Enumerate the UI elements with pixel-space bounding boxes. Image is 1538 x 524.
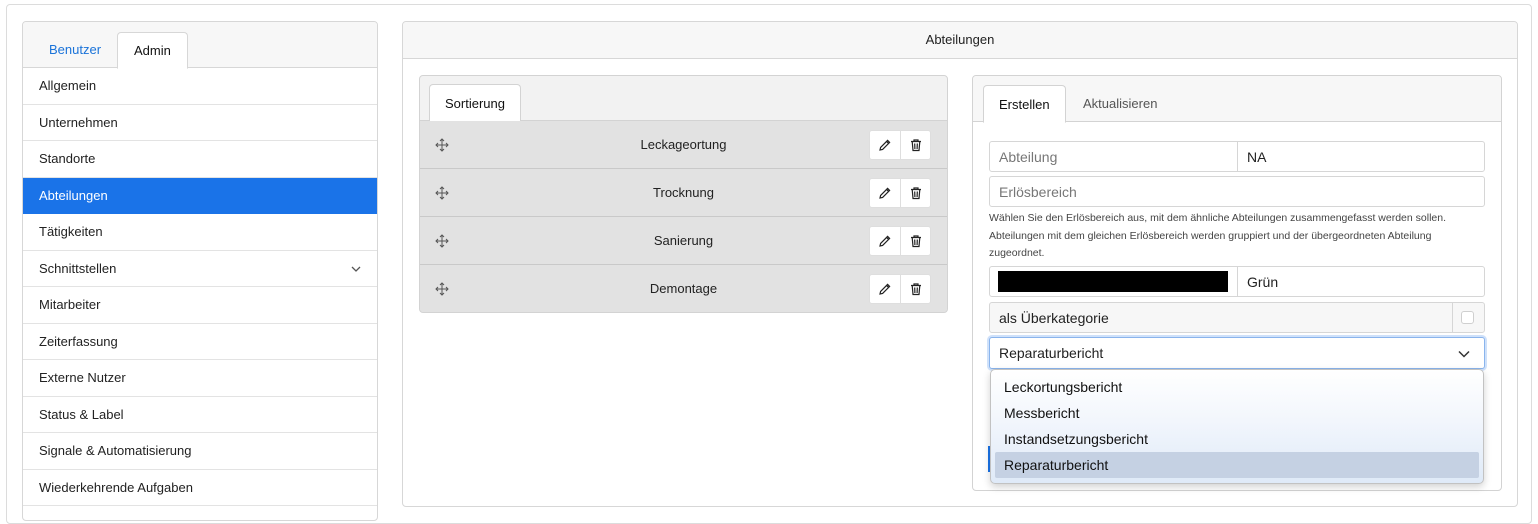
erloesbereich-input[interactable] <box>990 183 1484 201</box>
sort-row: Demontage <box>420 265 947 313</box>
sidebar-item-taetigkeiten[interactable]: Tätigkeiten <box>23 214 377 251</box>
ueberkategorie-checkbox[interactable] <box>1461 311 1474 324</box>
erloesbereich-hint: Wählen Sie den Erlösbereich aus, mit dem… <box>989 210 1489 263</box>
checkbox-cell <box>1452 303 1484 332</box>
tab-benutzer[interactable]: Benutzer <box>33 32 117 69</box>
sort-row-label: Sanierung <box>420 217 947 265</box>
chevron-down-icon <box>1458 348 1470 360</box>
color-swatch <box>998 271 1228 292</box>
tab-admin[interactable]: Admin <box>117 32 188 69</box>
sidebar-item-label: Schnittstellen <box>39 261 116 276</box>
row-actions <box>869 130 931 160</box>
sidebar-item-standorte[interactable]: Standorte <box>23 141 377 178</box>
report-type-selected: Reparaturbericht <box>999 345 1103 361</box>
edit-button[interactable] <box>870 179 900 207</box>
dropdown-option[interactable]: Instandsetzungsbericht <box>995 426 1479 452</box>
page-title: Abteilungen <box>403 22 1517 59</box>
trash-icon <box>909 186 923 200</box>
sidebar-item-status-label[interactable]: Status & Label <box>23 397 377 434</box>
chevron-down-icon <box>351 264 361 274</box>
sidebar-item-schnittstellen[interactable]: Schnittstellen <box>23 251 377 288</box>
sort-row-label: Leckageortung <box>420 121 947 169</box>
pencil-icon <box>878 234 892 248</box>
admin-sidebar: Benutzer Admin Allgemein Unternehmen Sta… <box>22 21 378 521</box>
sidebar-item-unternehmen[interactable]: Unternehmen <box>23 105 377 142</box>
pencil-icon <box>878 138 892 152</box>
tab-erstellen[interactable]: Erstellen <box>983 85 1066 123</box>
abteilung-input[interactable]: NA <box>1238 142 1484 171</box>
edit-button[interactable] <box>870 227 900 255</box>
edit-button[interactable] <box>870 275 900 303</box>
dropdown-option[interactable]: Messbericht <box>995 400 1479 426</box>
tab-sortierung[interactable]: Sortierung <box>429 84 521 122</box>
report-type-dropdown: Leckortungsbericht Messbericht Instandse… <box>990 369 1484 484</box>
sidebar-item-abteilungen[interactable]: Abteilungen <box>23 178 377 215</box>
trash-icon <box>909 138 923 152</box>
delete-button[interactable] <box>900 131 930 159</box>
sort-row: Leckageortung <box>420 121 947 169</box>
delete-button[interactable] <box>900 275 930 303</box>
report-type-select[interactable]: Reparaturbericht <box>989 337 1485 369</box>
sidebar-menu: Allgemein Unternehmen Standorte Abteilun… <box>23 68 377 506</box>
abteilung-field: Abteilung NA <box>989 141 1485 172</box>
erloesbereich-field <box>989 176 1485 207</box>
delete-button[interactable] <box>900 179 930 207</box>
sidebar-tabs: Benutzer Admin <box>23 22 377 68</box>
sort-tabs: Sortierung <box>420 76 947 121</box>
trash-icon <box>909 282 923 296</box>
sidebar-item-allgemein[interactable]: Allgemein <box>23 68 377 105</box>
pencil-icon <box>878 186 892 200</box>
sidebar-item-externe-nutzer[interactable]: Externe Nutzer <box>23 360 377 397</box>
color-field: Grün <box>989 266 1485 297</box>
sidebar-item-zeiterfassung[interactable]: Zeiterfassung <box>23 324 377 361</box>
abteilung-label: Abteilung <box>990 142 1238 171</box>
sort-card: Sortierung Leckageortung <box>419 75 948 313</box>
row-actions <box>869 178 931 208</box>
pencil-icon <box>878 282 892 296</box>
sort-row-label: Trocknung <box>420 169 947 217</box>
color-name: Grün <box>1238 267 1484 296</box>
ueberkategorie-field: als Überkategorie <box>989 302 1485 333</box>
sort-row: Trocknung <box>420 169 947 217</box>
dropdown-option[interactable]: Leckortungsbericht <box>995 374 1479 400</box>
edit-button[interactable] <box>870 131 900 159</box>
delete-button[interactable] <box>900 227 930 255</box>
color-picker[interactable] <box>990 267 1238 296</box>
ueberkategorie-label: als Überkategorie <box>990 303 1109 332</box>
row-actions <box>869 226 931 256</box>
dropdown-option-selected[interactable]: Reparaturbericht <box>995 452 1479 478</box>
tab-aktualisieren[interactable]: Aktualisieren <box>1068 85 1172 123</box>
sort-row-label: Demontage <box>420 265 947 313</box>
sidebar-item-mitarbeiter[interactable]: Mitarbeiter <box>23 287 377 324</box>
trash-icon <box>909 234 923 248</box>
sidebar-item-wiederkehrende-aufgaben[interactable]: Wiederkehrende Aufgaben <box>23 470 377 507</box>
sort-row: Sanierung <box>420 217 947 265</box>
row-actions <box>869 274 931 304</box>
form-tabs: Erstellen Aktualisieren <box>973 76 1501 122</box>
sidebar-item-signale[interactable]: Signale & Automatisierung <box>23 433 377 470</box>
